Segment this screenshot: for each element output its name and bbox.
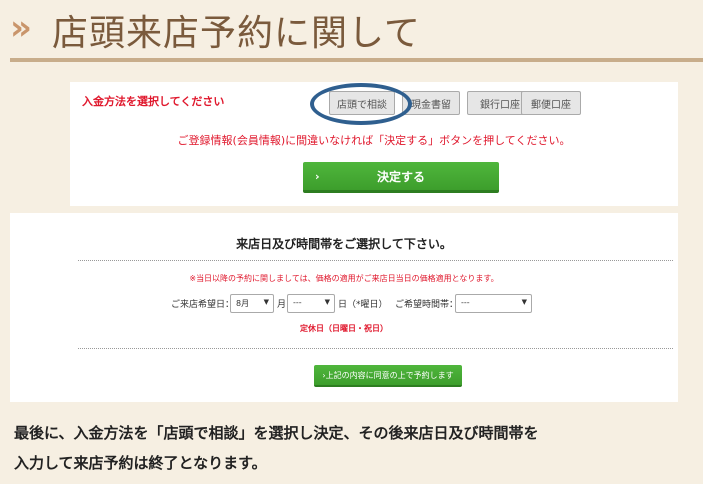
caret-down-icon: ▼ bbox=[263, 298, 269, 306]
confirm-instruction: ご登録情報(会員情報)に間違いなければ「決定する」ボタンを押してください。 bbox=[177, 134, 571, 147]
day-select-value: --- bbox=[293, 298, 302, 307]
double-chevron-icon: » bbox=[10, 8, 32, 48]
dotted-divider bbox=[78, 260, 673, 261]
method-button-store-consult[interactable]: 店頭で相談 bbox=[329, 91, 395, 115]
payment-method-panel: 入金方法を選択してください 店頭で相談 現金書留 銀行口座 郵便口座 ご登録情報… bbox=[70, 82, 678, 206]
month-select[interactable]: 8月 ▼ bbox=[230, 294, 274, 313]
month-select-value: 8月 bbox=[236, 299, 250, 308]
confirm-button-label: 決定する bbox=[376, 169, 425, 184]
title-divider bbox=[10, 58, 703, 62]
summary-line-2: 入力して来店予約は終了となります。 bbox=[14, 454, 267, 472]
dotted-divider bbox=[78, 348, 673, 349]
time-slot-select[interactable]: --- ▼ bbox=[455, 294, 532, 313]
day-select[interactable]: --- ▼ bbox=[287, 294, 335, 313]
caret-down-icon: ▼ bbox=[521, 298, 527, 306]
page-title: 店頭来店予約に関して bbox=[52, 13, 421, 54]
summary-line-1: 最後に、入金方法を「店頭で相談」を選択し決定、その後来店日及び時間帯を bbox=[14, 424, 539, 442]
visit-date-panel: 来店日及び時間帯をご選択して下さい。 ※当日以降の予約に関しましては、価格の適用… bbox=[10, 213, 678, 402]
method-button-postal-account[interactable]: 郵便口座 bbox=[521, 91, 581, 115]
day-unit-label: 日（*曜日） bbox=[338, 300, 388, 310]
time-slot-label: ご希望時間帯： bbox=[395, 300, 459, 310]
closed-days-note: 定休日（日曜日・祝日） bbox=[300, 324, 388, 333]
summary-text: 最後に、入金方法を「店頭で相談」を選択し決定、その後来店日及び時間帯を 入力して… bbox=[14, 418, 694, 478]
chevron-right-icon: › bbox=[315, 170, 320, 183]
month-unit-label: 月 bbox=[277, 300, 287, 310]
payment-method-label: 入金方法を選択してください bbox=[82, 95, 225, 108]
visit-section-title: 来店日及び時間帯をご選択して下さい。 bbox=[236, 237, 452, 251]
caret-down-icon: ▼ bbox=[324, 298, 330, 306]
visit-date-label: ご来店希望日： bbox=[171, 300, 235, 310]
time-slot-select-value: --- bbox=[461, 298, 470, 307]
price-notice: ※当日以降の予約に関しましては、価格の適用がご来店日当日の価格適用となります。 bbox=[189, 274, 499, 283]
confirm-button[interactable]: › 決定する bbox=[303, 162, 499, 193]
page-header: » 店頭来店予約に関して bbox=[0, 0, 703, 62]
method-button-cash-registered[interactable]: 現金書留 bbox=[402, 91, 460, 115]
reserve-agree-button[interactable]: ›上記の内容に同意の上で予約します bbox=[314, 365, 462, 387]
